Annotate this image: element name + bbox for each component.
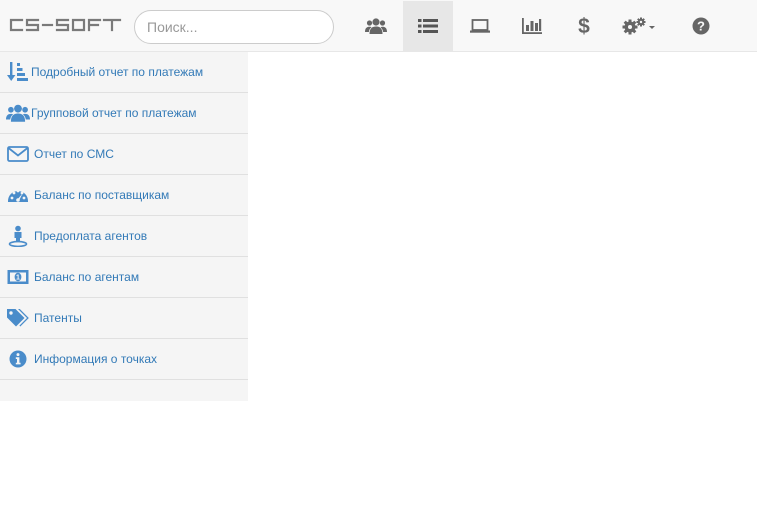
sidebar-item-agent-prepayment[interactable]: Предоплата агентов <box>0 216 248 257</box>
sidebar-item-detailed-payments-report[interactable]: Подробный отчет по платежам <box>0 52 248 93</box>
money-icon: 1 <box>6 266 30 288</box>
users-icon <box>6 102 30 124</box>
nav-help-button[interactable]: ? <box>676 1 726 51</box>
sidebar-item-label: Баланс по поставщикам <box>34 188 170 202</box>
dashboard-icon <box>6 184 30 206</box>
sidebar-item-supplier-balance[interactable]: Баланс по поставщикам <box>0 175 248 216</box>
sidebar-item-agent-balance[interactable]: 1 Баланс по агентам <box>0 257 248 298</box>
svg-text:$: $ <box>578 15 590 37</box>
top-navbar: $ ? <box>0 0 757 52</box>
bar-chart-icon <box>522 18 542 34</box>
svg-text:?: ? <box>697 19 705 34</box>
sidebar-menu: Подробный отчет по платежам Групповой от… <box>0 52 248 401</box>
sidebar-item-label: Баланс по агентам <box>34 270 140 284</box>
nav-laptop-button[interactable] <box>455 1 505 51</box>
nav-users-button[interactable] <box>351 1 401 51</box>
nav-chart-button[interactable] <box>507 1 557 51</box>
tags-icon <box>6 307 30 329</box>
sidebar-item-points-info[interactable]: Информация о точках <box>0 339 248 380</box>
sort-amount-icon <box>6 61 30 83</box>
sidebar-item-label: Предоплата агентов <box>34 229 148 243</box>
sidebar-item-label: Подробный отчет по платежам <box>31 65 204 79</box>
street-view-icon <box>6 225 30 247</box>
sidebar-item-label: Патенты <box>34 311 82 325</box>
info-circle-icon <box>6 348 30 370</box>
users-icon <box>365 18 387 34</box>
svg-text:1: 1 <box>16 275 20 282</box>
brand-logo[interactable] <box>8 14 124 36</box>
nav-settings-dropdown[interactable] <box>612 1 668 51</box>
list-icon <box>418 19 438 33</box>
settings-dropdown-icon <box>622 17 655 35</box>
search-input[interactable] <box>134 10 334 44</box>
laptop-icon <box>470 19 490 33</box>
help-icon: ? <box>692 17 710 35</box>
envelope-icon <box>6 143 30 165</box>
sidebar-item-patents[interactable]: Патенты <box>0 298 248 339</box>
dollar-icon: $ <box>578 15 590 37</box>
sidebar-item-group-payments-report[interactable]: Групповой отчет по платежам <box>0 93 248 134</box>
nav-list-button[interactable] <box>403 1 453 51</box>
nav-dollar-button[interactable]: $ <box>559 1 609 51</box>
sidebar-item-label: Групповой отчет по платежам <box>31 106 197 120</box>
sidebar-item-sms-report[interactable]: Отчет по СМС <box>0 134 248 175</box>
sidebar-item-label: Отчет по СМС <box>34 147 114 161</box>
sidebar-item-label: Информация о точках <box>34 352 158 366</box>
